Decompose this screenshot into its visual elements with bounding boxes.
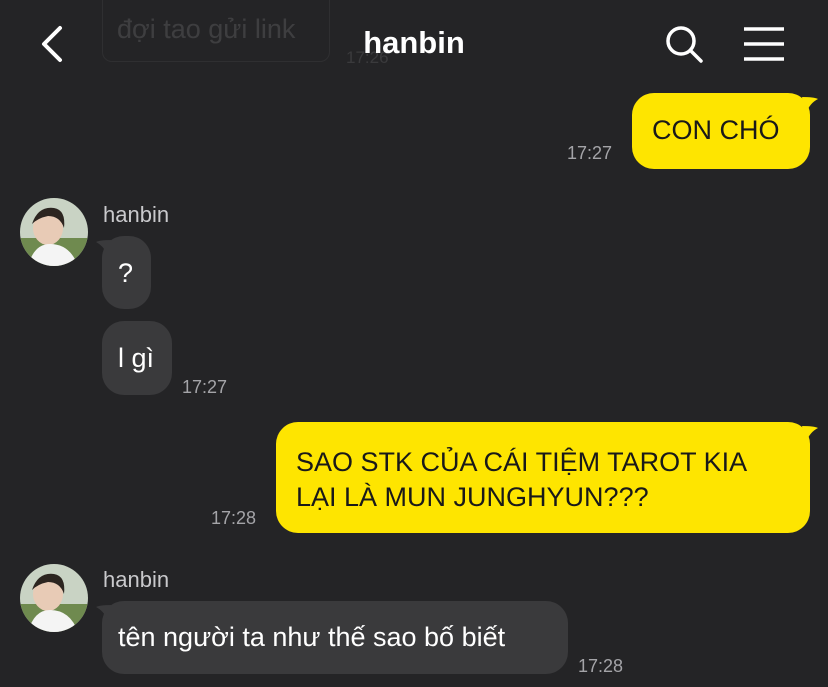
message-text: CON CHÓ	[652, 115, 780, 145]
incoming-message-bubble[interactable]: l gì	[102, 321, 172, 395]
sender-name: hanbin	[103, 567, 170, 592]
message-time: 17:27	[567, 143, 613, 163]
message-line: LẠI LÀ MUN JUNGHYUN???	[296, 482, 649, 512]
avatar[interactable]	[20, 564, 88, 632]
message-text: l gì	[118, 343, 155, 373]
hamburger-menu-icon	[744, 27, 784, 61]
bubble-tail	[96, 240, 112, 256]
message-line: SAO STK CỦA CÁI TIỆM TAROT KIA	[296, 447, 748, 477]
search-button[interactable]	[662, 22, 706, 66]
avatar-photo	[20, 198, 88, 266]
search-icon	[666, 26, 703, 63]
message-time: 17:27	[182, 377, 228, 397]
bubble-tail	[802, 426, 818, 442]
sender-name: hanbin	[103, 202, 170, 227]
message-time: 17:28	[578, 656, 624, 676]
menu-button[interactable]	[742, 24, 786, 64]
bubble-tail	[96, 605, 112, 621]
message-text: ?	[118, 258, 134, 288]
avatar[interactable]	[20, 198, 88, 266]
incoming-message-bubble[interactable]: tên người ta như thế sao bố biết	[102, 601, 568, 674]
outgoing-message-bubble[interactable]: CON CHÓ	[632, 93, 810, 169]
message-time: 17:28	[211, 508, 257, 528]
avatar-photo	[20, 564, 88, 632]
message-text: tên người ta như thế sao bố biết	[118, 622, 506, 652]
bubble-tail	[802, 97, 818, 113]
chat-header: hanbin	[0, 0, 828, 90]
outgoing-message-bubble[interactable]: SAO STK CỦA CÁI TIỆM TAROT KIA LẠI LÀ MU…	[276, 422, 810, 533]
